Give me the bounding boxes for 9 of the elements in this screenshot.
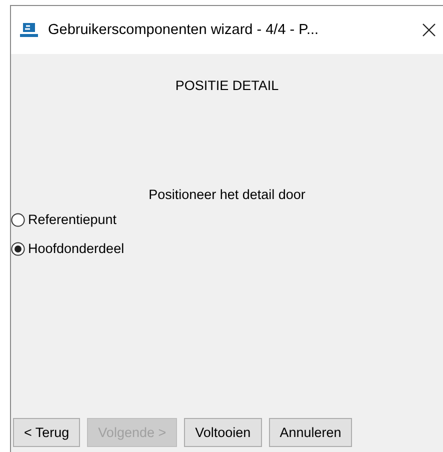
radio-option[interactable]: Referentiepunt bbox=[11, 212, 117, 227]
window-title: Gebruikerscomponenten wizard - 4/4 - P... bbox=[48, 22, 320, 38]
radio-option[interactable]: Hoofdonderdeel bbox=[11, 241, 124, 256]
wizard-button[interactable]: Voltooien bbox=[184, 418, 262, 447]
page-heading: POSITIE DETAIL bbox=[174, 78, 280, 93]
wizard-button[interactable]: < Terug bbox=[13, 418, 80, 447]
app-logo-icon bbox=[19, 22, 39, 38]
instruction-text: Positioneer het detail door bbox=[148, 187, 306, 202]
wizard-button[interactable]: Annuleren bbox=[268, 418, 352, 447]
